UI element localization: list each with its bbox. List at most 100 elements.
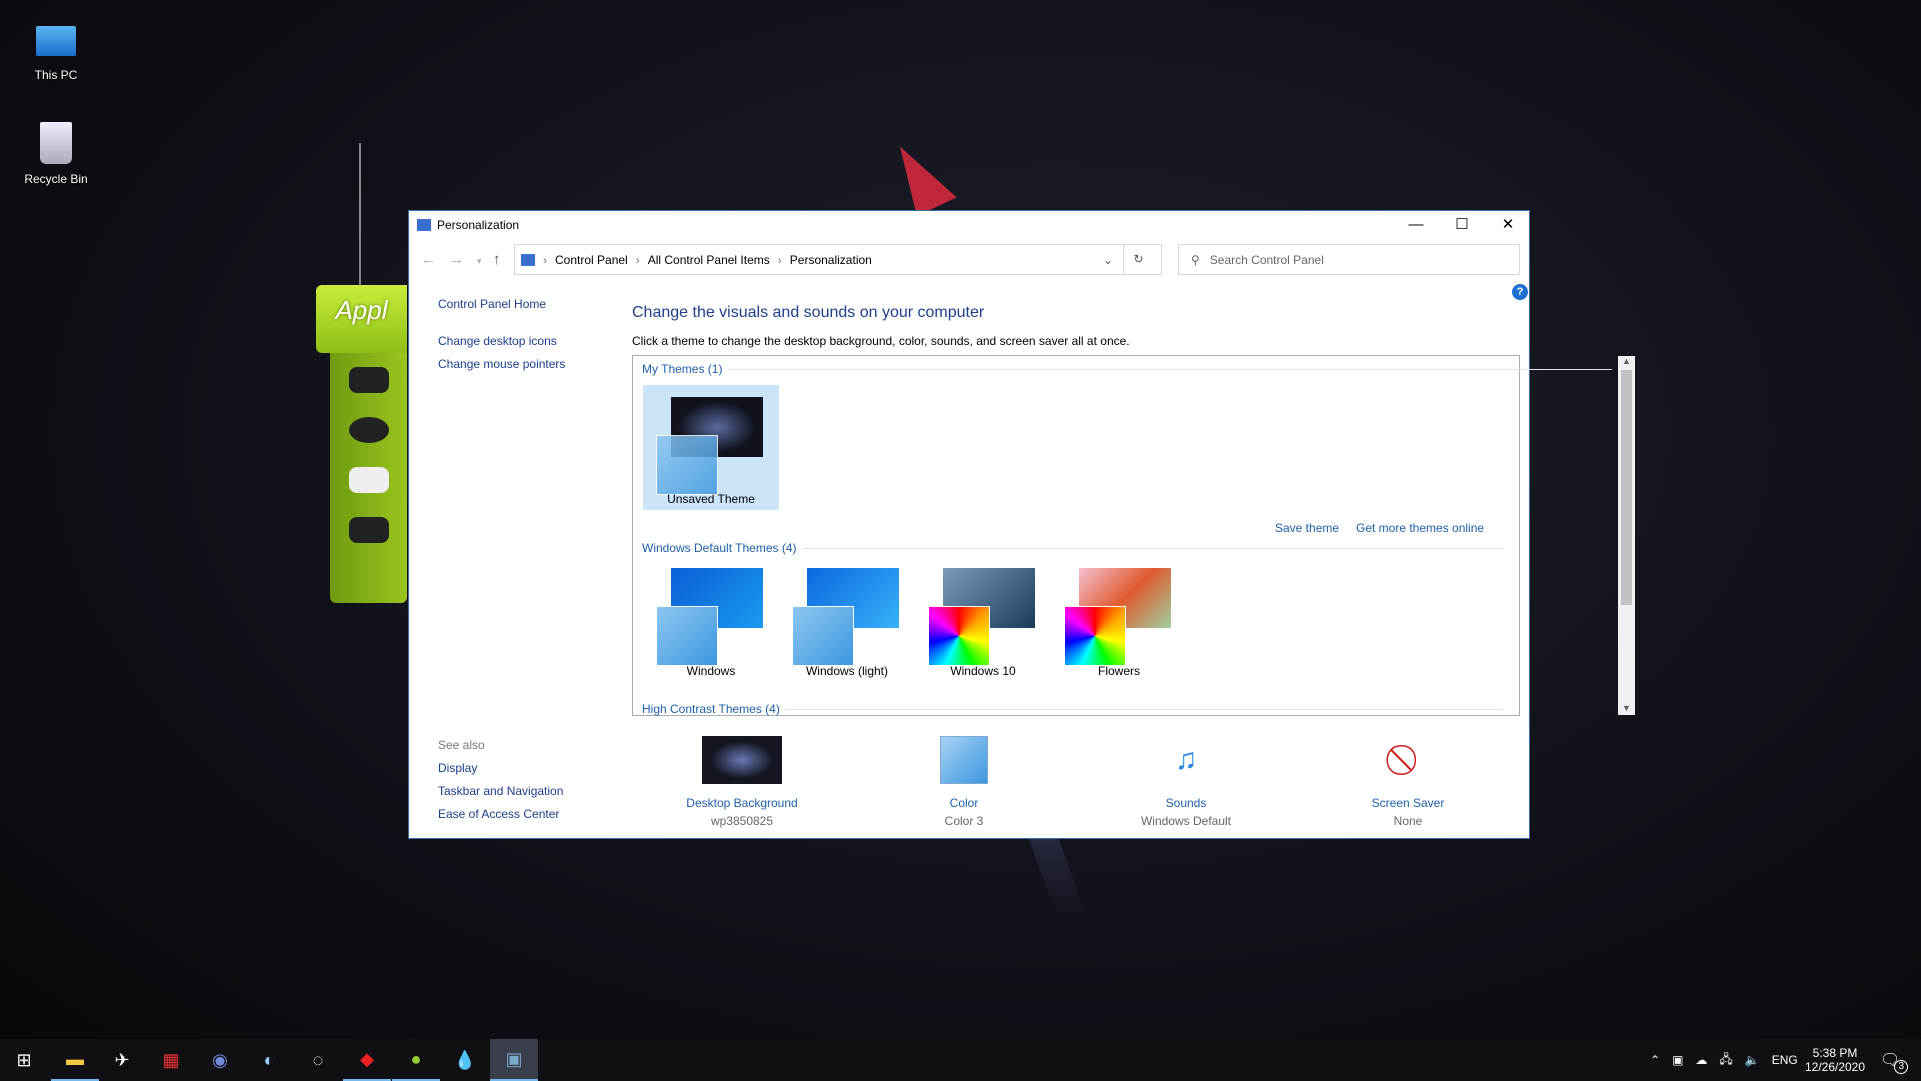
help-button[interactable]: ? [1512, 284, 1528, 300]
forward-button[interactable]: → [449, 251, 464, 268]
desktop-icon-recycle-bin[interactable]: Recycle Bin [11, 122, 101, 186]
desktop-icon-label: This PC [34, 68, 78, 82]
theme-label: Unsaved Theme [667, 492, 755, 506]
item-value: None [1393, 814, 1423, 828]
app-icon[interactable]: ● [392, 1039, 440, 1081]
clock[interactable]: 5:38 PM 12/26/2020 [1805, 1039, 1865, 1081]
app-icon[interactable]: 💧 [441, 1039, 489, 1081]
time: 5:38 PM [1812, 1046, 1858, 1060]
search-icon: ⚲ [1191, 252, 1200, 267]
refresh-button[interactable]: ↻ [1123, 245, 1153, 274]
get-more-themes-link[interactable]: Get more themes online [1356, 521, 1484, 535]
app-launcher-widget[interactable]: Appl [316, 285, 407, 603]
address-bar[interactable]: › Control Panel › All Control Panel Items… [514, 244, 1162, 275]
item-label: Screen Saver [1371, 796, 1445, 810]
widget-title: Appl [316, 285, 407, 353]
taskbar-navigation-link[interactable]: Taskbar and Navigation [438, 784, 563, 798]
ease-of-access-link[interactable]: Ease of Access Center [438, 807, 559, 821]
recent-locations-icon[interactable]: ▾ [477, 256, 482, 267]
search-placeholder: Search Control Panel [1209, 252, 1324, 267]
scroll-up-icon[interactable]: ▲ [1618, 356, 1635, 366]
file-explorer-icon[interactable]: ▬ [51, 1039, 99, 1081]
volume-icon[interactable]: 🔈 [1745, 1053, 1760, 1067]
theme-unsaved[interactable]: Unsaved Theme [643, 385, 779, 510]
display-link[interactable]: Display [438, 761, 477, 775]
item-label: Sounds [1165, 796, 1207, 810]
desktop-background-button[interactable]: Desktop Background wp3850825 [652, 736, 832, 828]
steam-icon[interactable]: ◐ [245, 1039, 293, 1081]
webcam-icon[interactable] [348, 417, 389, 443]
screen-saver-button[interactable]: ⃠ Screen Saver None [1318, 736, 1498, 828]
color-button[interactable]: Color Color 3 [874, 736, 1054, 828]
item-value: Windows Default [1140, 814, 1232, 828]
desktop-icon-this-pc[interactable]: This PC [11, 26, 101, 82]
theme-label: Flowers [1097, 664, 1140, 678]
control-panel-icon [417, 219, 431, 231]
recycle-bin-icon [40, 122, 72, 164]
app-icon[interactable]: ▦ [147, 1039, 195, 1081]
scroll-down-icon[interactable]: ▼ [1618, 703, 1635, 713]
theme-windows-light[interactable]: Windows (light) [779, 562, 915, 684]
control-panel-home-link[interactable]: Control Panel Home [438, 297, 546, 311]
date: 12/26/2020 [1804, 1060, 1866, 1074]
change-desktop-icons-link[interactable]: Change desktop icons [438, 334, 557, 348]
change-mouse-pointers-link[interactable]: Change mouse pointers [438, 357, 565, 371]
scrollbar[interactable]: ▲ ▼ [1618, 356, 1635, 715]
taskbar: ⊞ ▬ ✈ ▦ ◉ ◐ ◌ ◆ ● 💧 ▣ ⌃ ▣ ☁ 🖧 🔈 ENG 5:38… [0, 1039, 1921, 1081]
app-icon[interactable]: ◆ [343, 1039, 391, 1081]
discord-icon[interactable]: ◉ [196, 1039, 244, 1081]
breadcrumb-personalization[interactable]: Personalization [790, 253, 872, 267]
start-button[interactable]: ⊞ [0, 1039, 48, 1081]
search-input[interactable]: ⚲ Search Control Panel [1178, 244, 1520, 275]
color-swatch [940, 736, 988, 784]
app-icon[interactable]: ◌ [294, 1039, 342, 1081]
maximize-button[interactable]: ☐ [1439, 211, 1485, 239]
theme-windows-10[interactable]: Windows 10 [915, 562, 1051, 684]
theme-flowers[interactable]: Flowers [1051, 562, 1187, 684]
back-button[interactable]: ← [421, 251, 436, 268]
computer-icon [36, 26, 76, 56]
personalization-taskbar-icon[interactable]: ▣ [490, 1039, 538, 1081]
desktop-icon-label: Recycle Bin [24, 172, 88, 186]
item-value: Color 3 [944, 814, 984, 828]
printer-icon[interactable] [348, 517, 389, 543]
page-heading: Change the visuals and sounds on your co… [632, 304, 985, 321]
item-label: Color [949, 796, 979, 810]
chevron-down-icon[interactable]: ⌄ [1103, 253, 1113, 267]
save-theme-link[interactable]: Save theme [1275, 521, 1339, 535]
title-bar[interactable]: Personalization [409, 211, 1529, 239]
settings-icon[interactable] [348, 467, 389, 493]
breadcrumb-control-panel[interactable]: Control Panel [555, 253, 628, 267]
scrollbar-thumb[interactable] [1621, 370, 1632, 605]
see-also-title: See also [438, 738, 485, 752]
sounds-icon: ♫ [1174, 743, 1198, 776]
breadcrumb-all-items[interactable]: All Control Panel Items [648, 253, 770, 267]
high-contrast-header: High Contrast Themes (4) [642, 702, 1502, 716]
page-description: Click a theme to change the desktop back… [632, 334, 1130, 348]
widget-string [359, 143, 361, 285]
language-indicator[interactable]: ENG [1772, 1053, 1798, 1067]
camera-tray-icon[interactable]: ▣ [1672, 1053, 1683, 1067]
onedrive-icon[interactable]: ☁ [1695, 1053, 1707, 1067]
notification-center-button[interactable]: 🗨 3 [1880, 1039, 1909, 1081]
up-button[interactable]: ↑ [493, 251, 501, 268]
notification-count: 3 [1894, 1060, 1909, 1074]
theme-windows[interactable]: Windows [643, 562, 779, 684]
show-hidden-icons[interactable]: ⌃ [1650, 1053, 1660, 1067]
theme-label: Windows (light) [805, 664, 889, 678]
theme-gallery: My Themes (1) Unsaved Theme Save theme G… [632, 355, 1635, 716]
personalization-window: Personalization — ☐ ✕ ← → ▾ ↑ › Control … [408, 210, 1635, 839]
sounds-button[interactable]: ♫ Sounds Windows Default [1096, 736, 1276, 828]
default-themes-header: Windows Default Themes (4) [642, 541, 1502, 555]
app-icon[interactable]: ✈ [98, 1039, 146, 1081]
screen-saver-icon: ⃠ [1368, 736, 1448, 784]
wallpaper-decoration [887, 133, 957, 217]
close-button[interactable]: ✕ [1485, 211, 1531, 239]
minimize-button[interactable]: — [1393, 211, 1439, 239]
item-value: wp3850825 [710, 814, 774, 828]
network-icon[interactable]: 🖧 [1719, 1050, 1732, 1071]
camera-icon[interactable] [348, 367, 389, 393]
wallpaper-thumbnail [702, 736, 782, 784]
control-panel-icon [521, 253, 535, 266]
theme-label: Windows 10 [950, 664, 1016, 678]
